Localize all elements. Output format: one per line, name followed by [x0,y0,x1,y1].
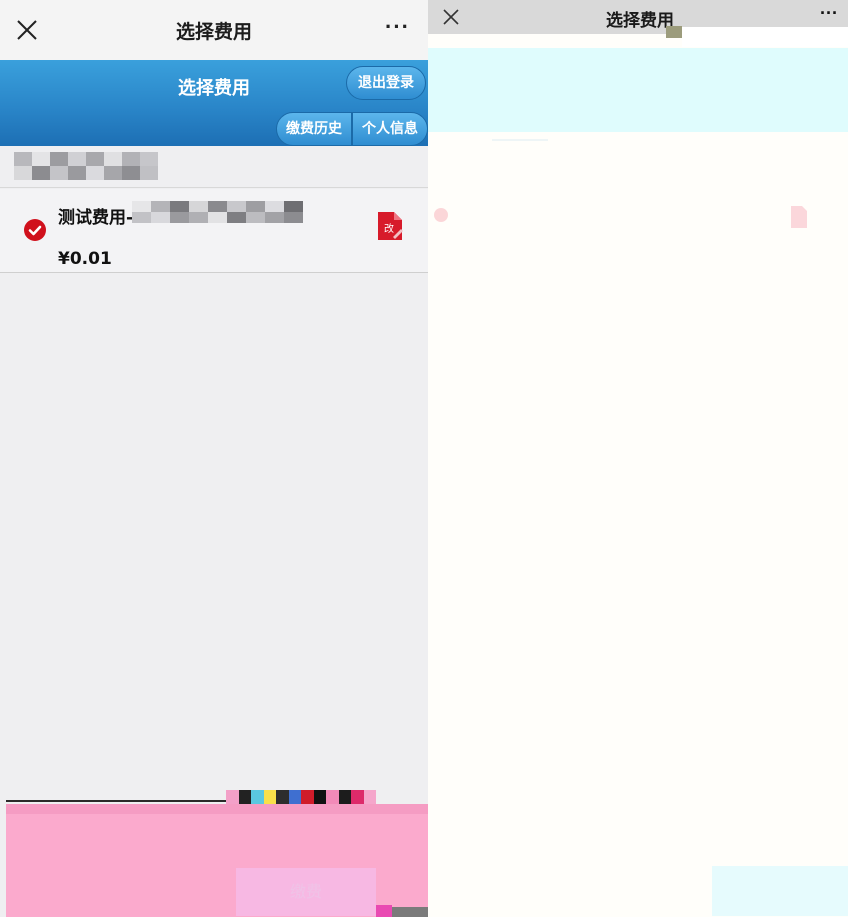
render-artifact [392,907,428,917]
logout-button[interactable]: 退出登录 [346,66,426,100]
page-title: 选择费用 [606,11,674,31]
close-icon[interactable] [442,8,460,26]
left-panel: 选择费用 ··· 选择费用 退出登录 缴费历史 个人信息 测试费用- ¥0.01… [0,0,428,917]
payment-history-button[interactable]: 缴费历史 [276,112,352,146]
page-title: 选择费用 [175,21,252,43]
render-artifact [376,905,392,917]
app-header: 选择费用 退出登录 缴费历史 个人信息 [0,60,428,146]
svg-text:改: 改 [384,222,394,235]
top-navigation-bar: 选择费用 ··· [0,0,428,60]
more-icon[interactable]: ··· [820,4,838,22]
blurred-user-info [14,152,158,180]
divider [492,139,548,141]
pay-button-faded[interactable] [712,866,848,916]
user-info-strip [0,146,428,188]
fee-price: ¥0.01 [58,249,112,269]
empty-content-area [0,274,428,796]
more-icon[interactable]: ··· [385,16,410,38]
render-artifact [682,27,848,47]
fee-name: 测试费用- [58,208,134,228]
blurred-fee-detail [132,201,303,223]
render-artifact [666,26,682,38]
pay-button[interactable]: 缴费 [236,868,376,916]
app-header-faded [428,48,848,132]
right-panel: 选择费用 ··· [428,0,848,917]
personal-info-button[interactable]: 个人信息 [352,112,428,146]
edit-document-icon[interactable]: 改 [376,210,404,242]
edit-document-icon[interactable] [790,205,808,229]
selected-check-icon[interactable] [434,208,448,222]
divider [6,800,226,802]
selected-check-icon[interactable] [24,219,46,241]
fee-list-item[interactable]: 测试费用- ¥0.01 改 [0,189,428,273]
render-artifact [226,790,376,804]
footer-stripe [6,804,428,814]
